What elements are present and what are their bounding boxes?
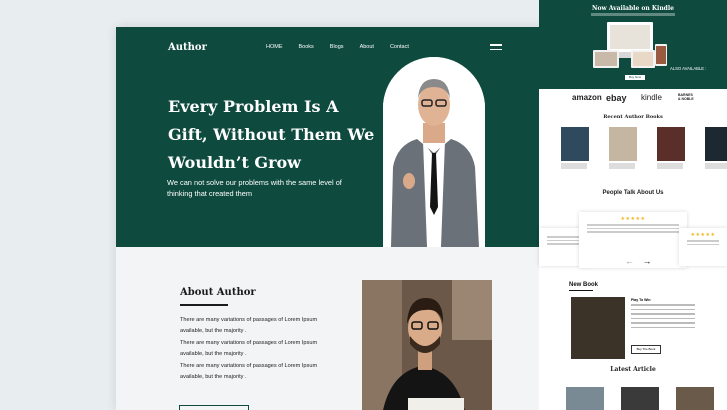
articles-list bbox=[566, 387, 714, 410]
side-preview-strip: Now Available on Kindle Buy Now ALSO AVA… bbox=[539, 0, 727, 410]
testimonials-title: People Talk About Us bbox=[602, 190, 664, 196]
article-card[interactable] bbox=[676, 387, 714, 410]
kindle-title: Now Available on Kindle bbox=[592, 5, 674, 12]
main-nav: HOME Books Blogs About Contact bbox=[266, 44, 409, 50]
kindle-subtext-placeholder bbox=[591, 13, 675, 16]
nav-books[interactable]: Books bbox=[299, 44, 314, 50]
devices-illustration bbox=[593, 22, 667, 68]
about-paragraph-1: There are many variations of passages of… bbox=[180, 317, 318, 334]
book-card[interactable] bbox=[609, 127, 637, 169]
author-portrait bbox=[383, 57, 485, 247]
testimonial-card-right: ★★★★★ bbox=[679, 228, 727, 266]
menu-icon[interactable] bbox=[490, 44, 502, 53]
recent-books-list bbox=[561, 127, 727, 169]
nav-contact[interactable]: Contact bbox=[390, 44, 409, 50]
nav-about[interactable]: About bbox=[360, 44, 374, 50]
site-logo[interactable]: Author bbox=[168, 42, 207, 53]
article-card[interactable] bbox=[621, 387, 659, 410]
hero-subtext: We can not solve our problems with the s… bbox=[167, 178, 342, 198]
rating-stars: ★★★★★ bbox=[620, 216, 646, 222]
arrow-left-icon[interactable]: ← bbox=[625, 256, 634, 266]
kindle-banner: Now Available on Kindle Buy Now ALSO AVA… bbox=[539, 0, 727, 95]
heading-underline bbox=[180, 304, 228, 306]
read-more-button[interactable] bbox=[179, 405, 249, 410]
new-book-underline bbox=[569, 290, 593, 291]
brand-logos: amazon ebay kindle BARNES & NOBLE bbox=[539, 89, 727, 107]
new-book-heading: New Book bbox=[569, 282, 599, 288]
barnes-noble-logo[interactable]: BARNES & NOBLE bbox=[678, 93, 696, 101]
recent-books-title: Recent Author Books bbox=[603, 114, 663, 120]
carousel-arrows: ← → bbox=[625, 256, 652, 266]
author-photo bbox=[362, 280, 492, 410]
new-book-description bbox=[631, 304, 695, 331]
new-book-image bbox=[571, 297, 625, 359]
amazon-logo[interactable]: amazon bbox=[572, 93, 602, 102]
about-paragraph-2: There are many variations of passages of… bbox=[180, 340, 318, 357]
hero-headline: Every Problem Is A Gift, Without Them We… bbox=[168, 97, 375, 172]
nav-blogs[interactable]: Blogs bbox=[330, 44, 344, 50]
article-card[interactable] bbox=[566, 387, 604, 410]
about-paragraph-3: There are many variations of passages of… bbox=[180, 363, 318, 380]
ebay-logo[interactable]: ebay bbox=[606, 93, 627, 103]
hero-section: Author HOME Books Blogs About Contact Ev… bbox=[116, 27, 554, 247]
nav-home[interactable]: HOME bbox=[266, 44, 283, 50]
arrow-right-icon[interactable]: → bbox=[643, 256, 652, 266]
also-available-label: ALSO AVAILABLE : bbox=[670, 66, 707, 71]
kindle-buy-button[interactable]: Buy Now bbox=[625, 75, 645, 80]
about-section: About Author There are many variations o… bbox=[116, 247, 554, 410]
about-heading: About Author bbox=[180, 287, 256, 298]
new-book-title: Play To Win bbox=[631, 298, 651, 302]
main-page-preview: Author HOME Books Blogs About Contact Ev… bbox=[116, 27, 554, 410]
kindle-logo[interactable]: kindle bbox=[641, 93, 662, 102]
latest-article-title: Latest Article bbox=[610, 366, 656, 373]
book-card[interactable] bbox=[561, 127, 589, 169]
book-card[interactable] bbox=[705, 127, 727, 169]
book-card[interactable] bbox=[657, 127, 685, 169]
buy-the-book-button[interactable]: Buy The Book bbox=[631, 345, 661, 354]
rating-stars-right: ★★★★★ bbox=[690, 232, 716, 238]
